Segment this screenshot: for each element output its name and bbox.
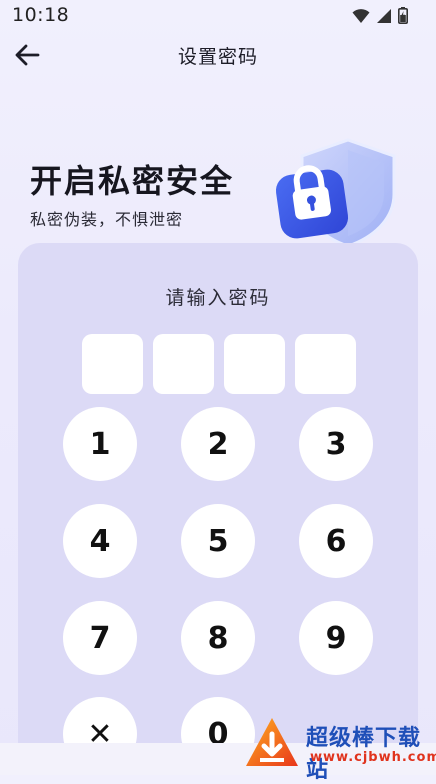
pin-box: [82, 334, 143, 394]
hero-section: 开启私密安全 私密伪装，不惧泄密: [0, 120, 436, 250]
key-7[interactable]: 7: [63, 601, 137, 675]
watermark: 超级棒下载站 www.cjbwh.com: [242, 712, 436, 783]
key-9[interactable]: 9: [299, 601, 373, 675]
status-icons: [352, 7, 408, 28]
hero-title: 开启私密安全: [30, 162, 235, 200]
password-prompt: 请输入密码: [165, 287, 271, 309]
key-2[interactable]: 2: [181, 407, 255, 481]
key-8[interactable]: 8: [181, 601, 255, 675]
key-3[interactable]: 3: [299, 407, 373, 481]
password-panel: 请输入密码 1 2 3 4 5 6 7 8 9 ✕ 0: [18, 243, 418, 771]
battery-icon: [398, 7, 408, 28]
pin-box: [295, 334, 356, 394]
hero-subtitle: 私密伪装，不惧泄密: [30, 210, 184, 229]
key-5[interactable]: 5: [181, 504, 255, 578]
wifi-icon: [352, 8, 370, 28]
shield-lock-icon: [272, 132, 404, 250]
status-bar: 10:18: [0, 0, 436, 32]
watermark-logo-icon: [246, 718, 298, 766]
pin-box: [153, 334, 214, 394]
pin-box: [224, 334, 285, 394]
signal-icon: [376, 8, 392, 28]
status-time: 10:18: [12, 4, 70, 26]
app-bar: 设置密码: [0, 36, 436, 76]
key-1[interactable]: 1: [63, 407, 137, 481]
key-6[interactable]: 6: [299, 504, 373, 578]
key-4[interactable]: 4: [63, 504, 137, 578]
watermark-url: www.cjbwh.com: [310, 750, 436, 765]
page-title: 设置密码: [177, 46, 258, 68]
pin-input-row: [82, 334, 356, 394]
